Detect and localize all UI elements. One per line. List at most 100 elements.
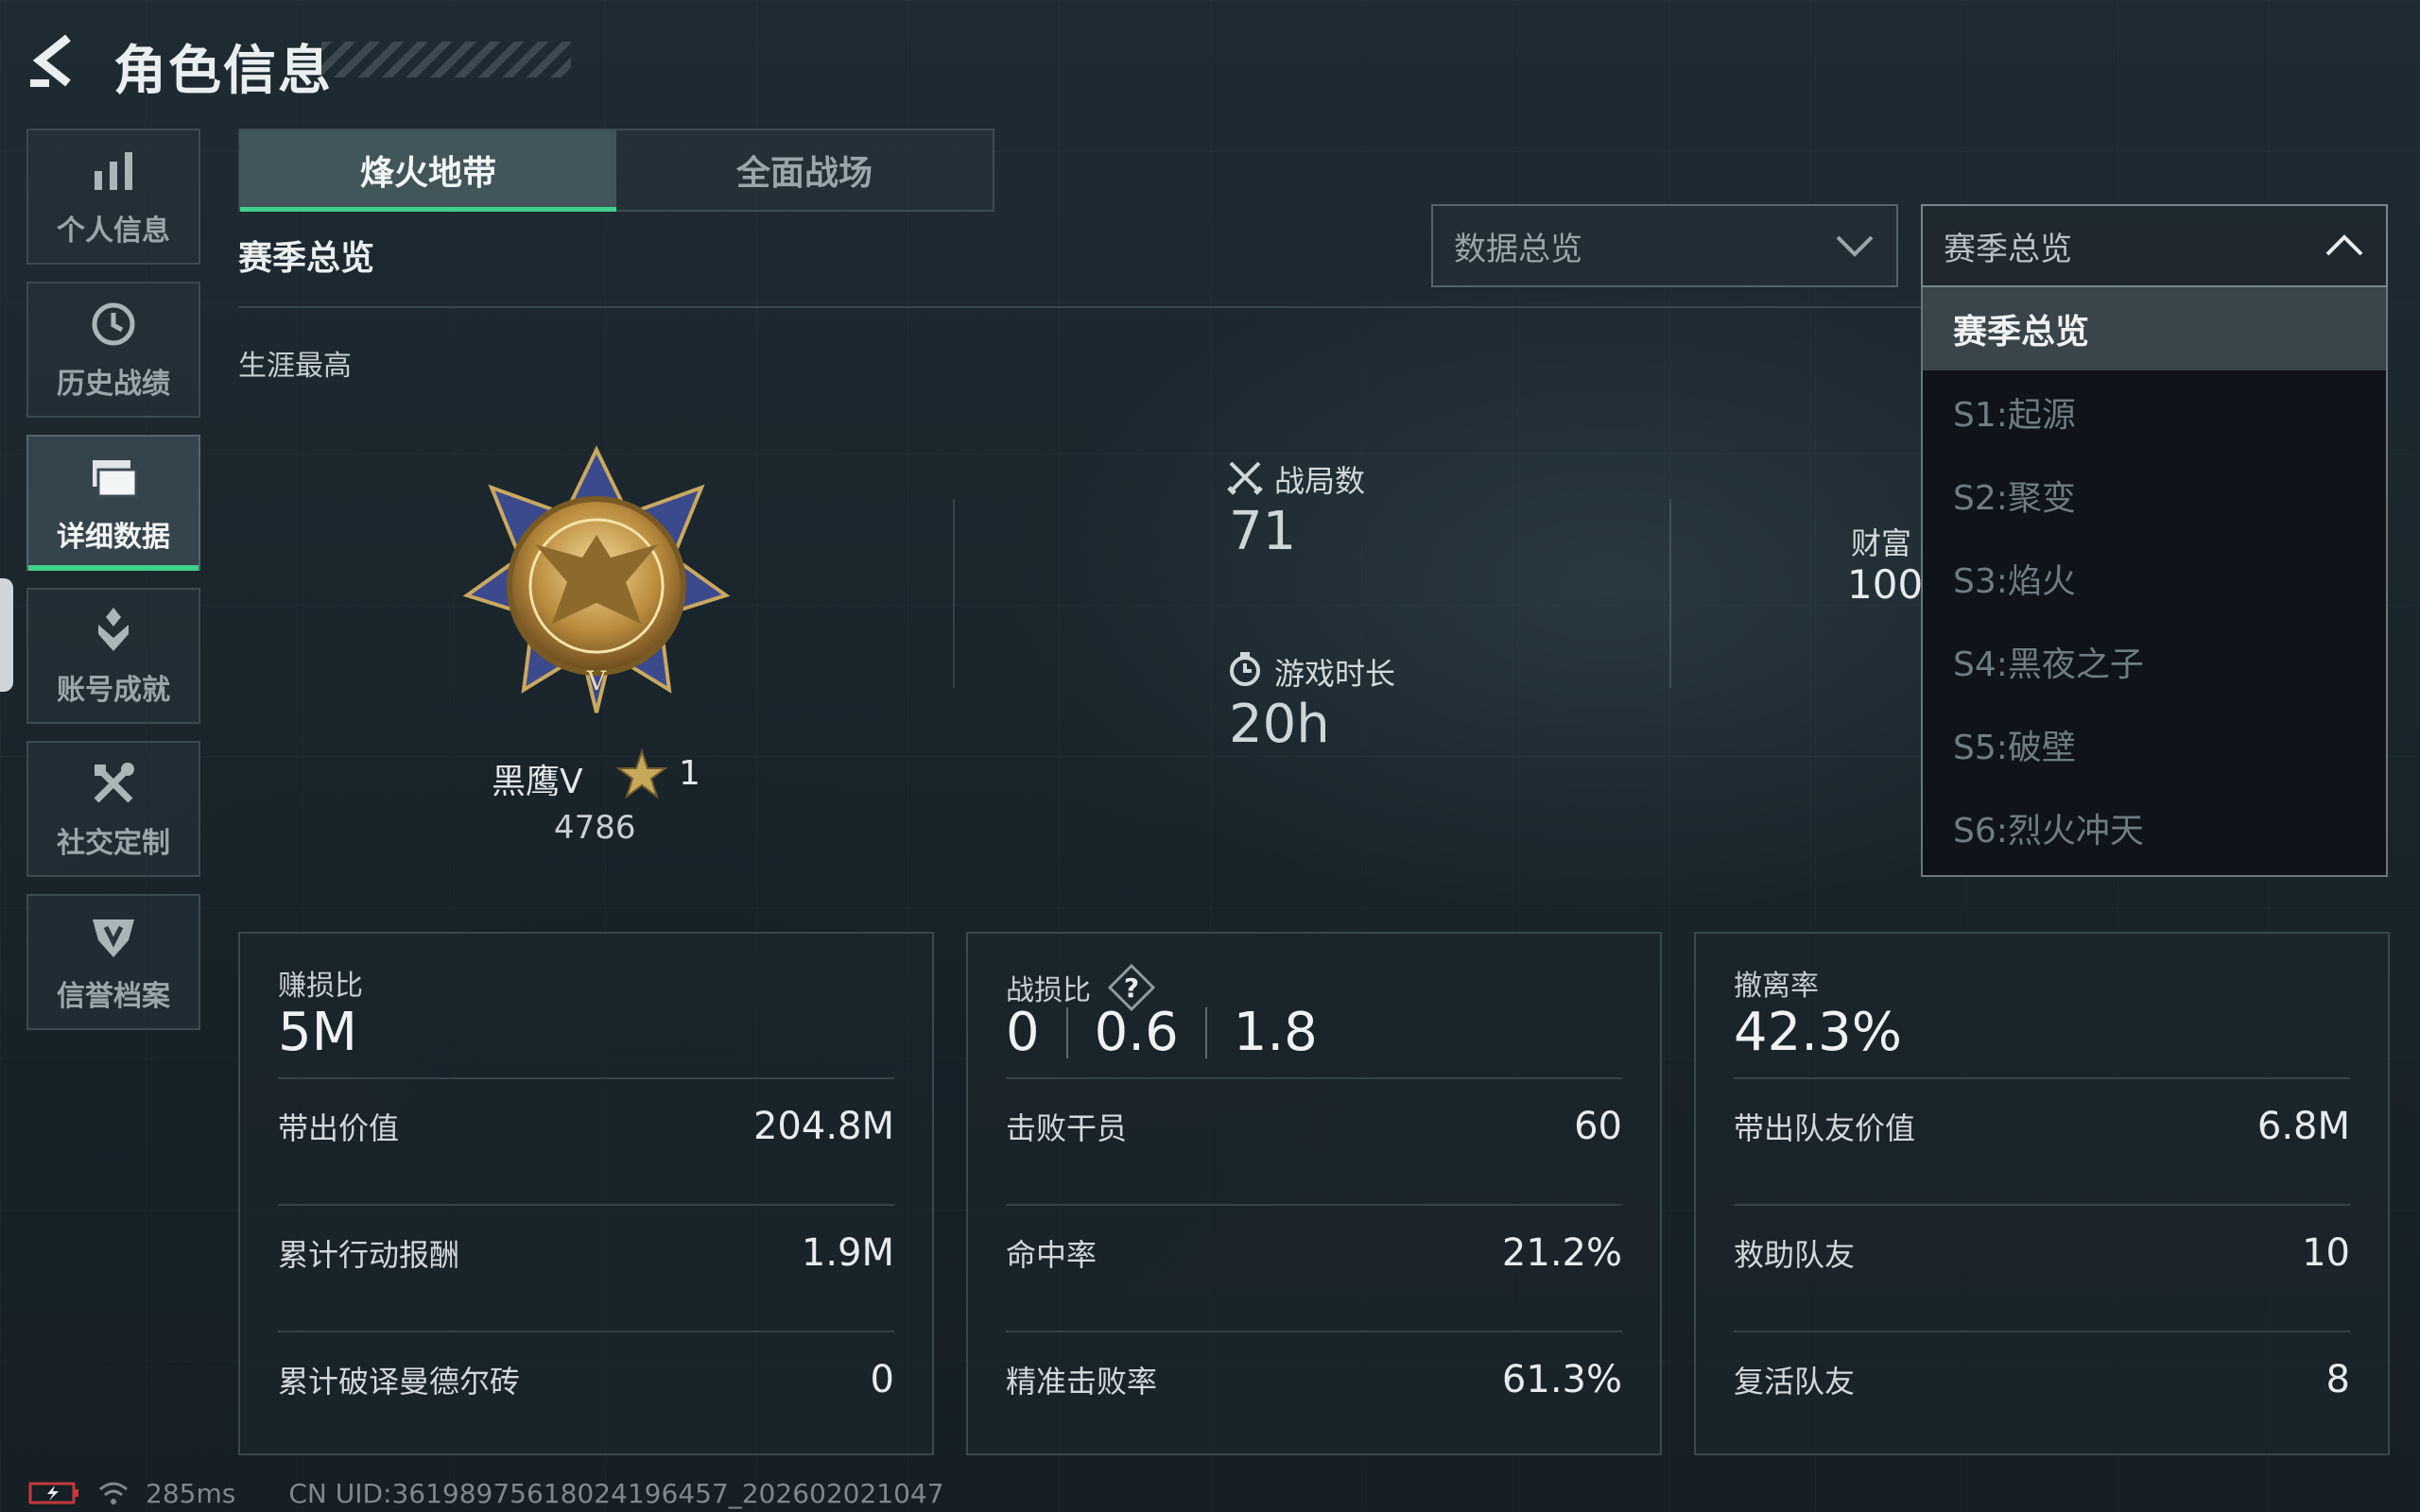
- page-title: 角色信息: [113, 41, 333, 102]
- row-label: 精准击败率: [1006, 1364, 1158, 1400]
- row-value: 60: [1574, 1105, 1622, 1148]
- kd-value-1: 0: [1006, 1002, 1040, 1063]
- season-option[interactable]: S6:烈火冲天: [1923, 786, 2386, 869]
- data-type-dropdown[interactable]: 数据总览: [1431, 204, 1898, 287]
- sidebar-item-label: 账号成就: [57, 674, 170, 707]
- season-option[interactable]: S2:聚变: [1923, 454, 2386, 537]
- kd-value-3: 1.8: [1233, 1002, 1318, 1063]
- season-option[interactable]: S1:起源: [1923, 370, 2386, 454]
- row-label: 命中率: [1006, 1237, 1098, 1273]
- side-panel-handle[interactable]: [0, 578, 13, 692]
- career-best-label: 生涯最高: [238, 350, 352, 383]
- stopwatch-icon: [1230, 652, 1260, 686]
- tools-icon: [94, 763, 134, 803]
- chevron-up-icon: [2325, 234, 2363, 256]
- chevron-left-icon: [30, 34, 71, 87]
- row-value: 8: [2325, 1358, 2350, 1401]
- row-value: 1.9M: [801, 1231, 894, 1275]
- row-label: 救助队友: [1734, 1237, 1856, 1273]
- season-option[interactable]: S5:破壁: [1923, 703, 2386, 786]
- sidebar-item-achievements[interactable]: 账号成就: [26, 588, 200, 724]
- card-divider: [1006, 1077, 1622, 1079]
- title-decoration: [321, 42, 571, 77]
- matches-value: 71: [1229, 501, 1297, 562]
- user-uid: CN UID:361989756180241964​57_20260202104…: [288, 1477, 944, 1509]
- shield-icon: [93, 919, 134, 957]
- card-divider: [1734, 1204, 2350, 1206]
- card-row: 带出队友价值 6.8M: [1734, 1098, 2350, 1155]
- card-row: 救助队友 10: [1734, 1225, 2350, 1281]
- playtime-label: 游戏时长: [1274, 656, 1396, 692]
- sidebar-item-label: 社交定制: [57, 827, 170, 860]
- extraction-rate-card: 撤离率 42.3% 带出队友价值 6.8M 救助队友 10 复活队友 8: [1694, 932, 2390, 1455]
- stats-divider: [953, 499, 955, 688]
- section-divider: [238, 306, 1921, 308]
- wifi-icon: [99, 1482, 128, 1504]
- card-main-value: 5M: [278, 1002, 357, 1063]
- row-label: 带出队友价值: [1734, 1110, 1916, 1146]
- folder-icon: [93, 460, 138, 498]
- card-row: 带出价值 204.8M: [278, 1098, 894, 1155]
- wealth-label: 财富: [1851, 525, 1912, 561]
- sidebar-item-label: 详细数据: [57, 521, 170, 554]
- wealth-value: 100: [1847, 561, 1924, 608]
- sidebar-item-label: 历史战绩: [57, 368, 170, 401]
- season-option[interactable]: S3:焰火: [1923, 537, 2386, 620]
- value-separator: [1204, 1006, 1207, 1058]
- card-row: 击败干员 60: [1006, 1098, 1622, 1155]
- card-divider: [278, 1331, 894, 1332]
- card-divider: [1734, 1077, 2350, 1079]
- chevron-down-icon: [1836, 235, 1874, 257]
- card-row: 命中率 21.2%: [1006, 1225, 1622, 1281]
- value-separator: [1065, 1006, 1068, 1058]
- sidebar-item-profile[interactable]: 个人信息: [26, 129, 200, 265]
- rank-medal-icon: V: [462, 445, 731, 713]
- data-type-dropdown-value: 数据总览: [1454, 230, 1582, 268]
- battery-charging-icon: [28, 1482, 78, 1504]
- tab-full-battlefield[interactable]: 全面战场: [616, 130, 993, 210]
- sidebar-item-label: 信誉档案: [57, 980, 170, 1013]
- sidebar-item-social[interactable]: 社交定制: [26, 741, 200, 877]
- row-label: 复活队友: [1734, 1364, 1856, 1400]
- row-value: 6.8M: [2256, 1105, 2350, 1148]
- star-icon: [616, 748, 667, 799]
- sidebar-item-reputation[interactable]: 信誉档案: [26, 894, 200, 1030]
- back-button[interactable]: [26, 30, 83, 91]
- card-divider: [278, 1077, 894, 1079]
- history-icon: [92, 302, 135, 346]
- sidebar-item-detailed-data[interactable]: 详细数据: [26, 435, 200, 571]
- card-divider: [1006, 1331, 1622, 1332]
- season-option[interactable]: 赛季总览: [1923, 287, 2386, 370]
- card-main-value: 42.3%: [1734, 1002, 1902, 1063]
- row-value: 61.3%: [1501, 1358, 1622, 1401]
- season-dropdown-value: 赛季总览: [1944, 230, 2072, 268]
- svg-text:?: ?: [1124, 972, 1139, 1004]
- bar-chart-icon: [95, 152, 132, 190]
- rank-name: 黑鹰V: [492, 763, 583, 801]
- card-row: 累计破译曼德尔砖 0: [278, 1351, 894, 1408]
- matches-label: 战局数: [1274, 463, 1366, 499]
- kd-value-2: 0.6: [1094, 1002, 1179, 1063]
- card-row: 累计行动报酬 1.9M: [278, 1225, 894, 1281]
- section-title: 赛季总览: [238, 239, 375, 278]
- card-title: 撤离率: [1734, 970, 1819, 1003]
- season-dropdown-menu: 赛季总览 S1:起源 S2:聚变 S3:焰火 S4:黑夜之子 S5:破壁 S6:…: [1921, 287, 2388, 877]
- card-row: 精准击败率 61.3%: [1006, 1351, 1622, 1408]
- card-divider: [1006, 1204, 1622, 1206]
- achievement-icon: [98, 608, 129, 651]
- card-divider: [1734, 1331, 2350, 1332]
- tab-warzone[interactable]: 烽火地带: [240, 130, 616, 212]
- row-label: 累计破译曼德尔砖: [278, 1364, 521, 1400]
- row-value: 21.2%: [1501, 1231, 1622, 1275]
- season-option[interactable]: S4:黑夜之子: [1923, 620, 2386, 703]
- card-main-value: 0 0.6 1.8: [1006, 1002, 1318, 1063]
- sidebar-item-history[interactable]: 历史战绩: [26, 282, 200, 418]
- row-label: 累计行动报酬: [278, 1237, 460, 1273]
- stats-divider: [1669, 499, 1671, 688]
- rank-score: 4786: [554, 809, 636, 847]
- kd-ratio-card: 战损比 ? 0 0.6 1.8 击败干员 60 命中率 21.2% 精准击败率 …: [966, 932, 1662, 1455]
- row-value: 204.8M: [752, 1105, 894, 1148]
- season-dropdown[interactable]: 赛季总览: [1921, 204, 2388, 287]
- row-value: 0: [870, 1358, 894, 1401]
- rank-star-count: 1: [679, 754, 700, 793]
